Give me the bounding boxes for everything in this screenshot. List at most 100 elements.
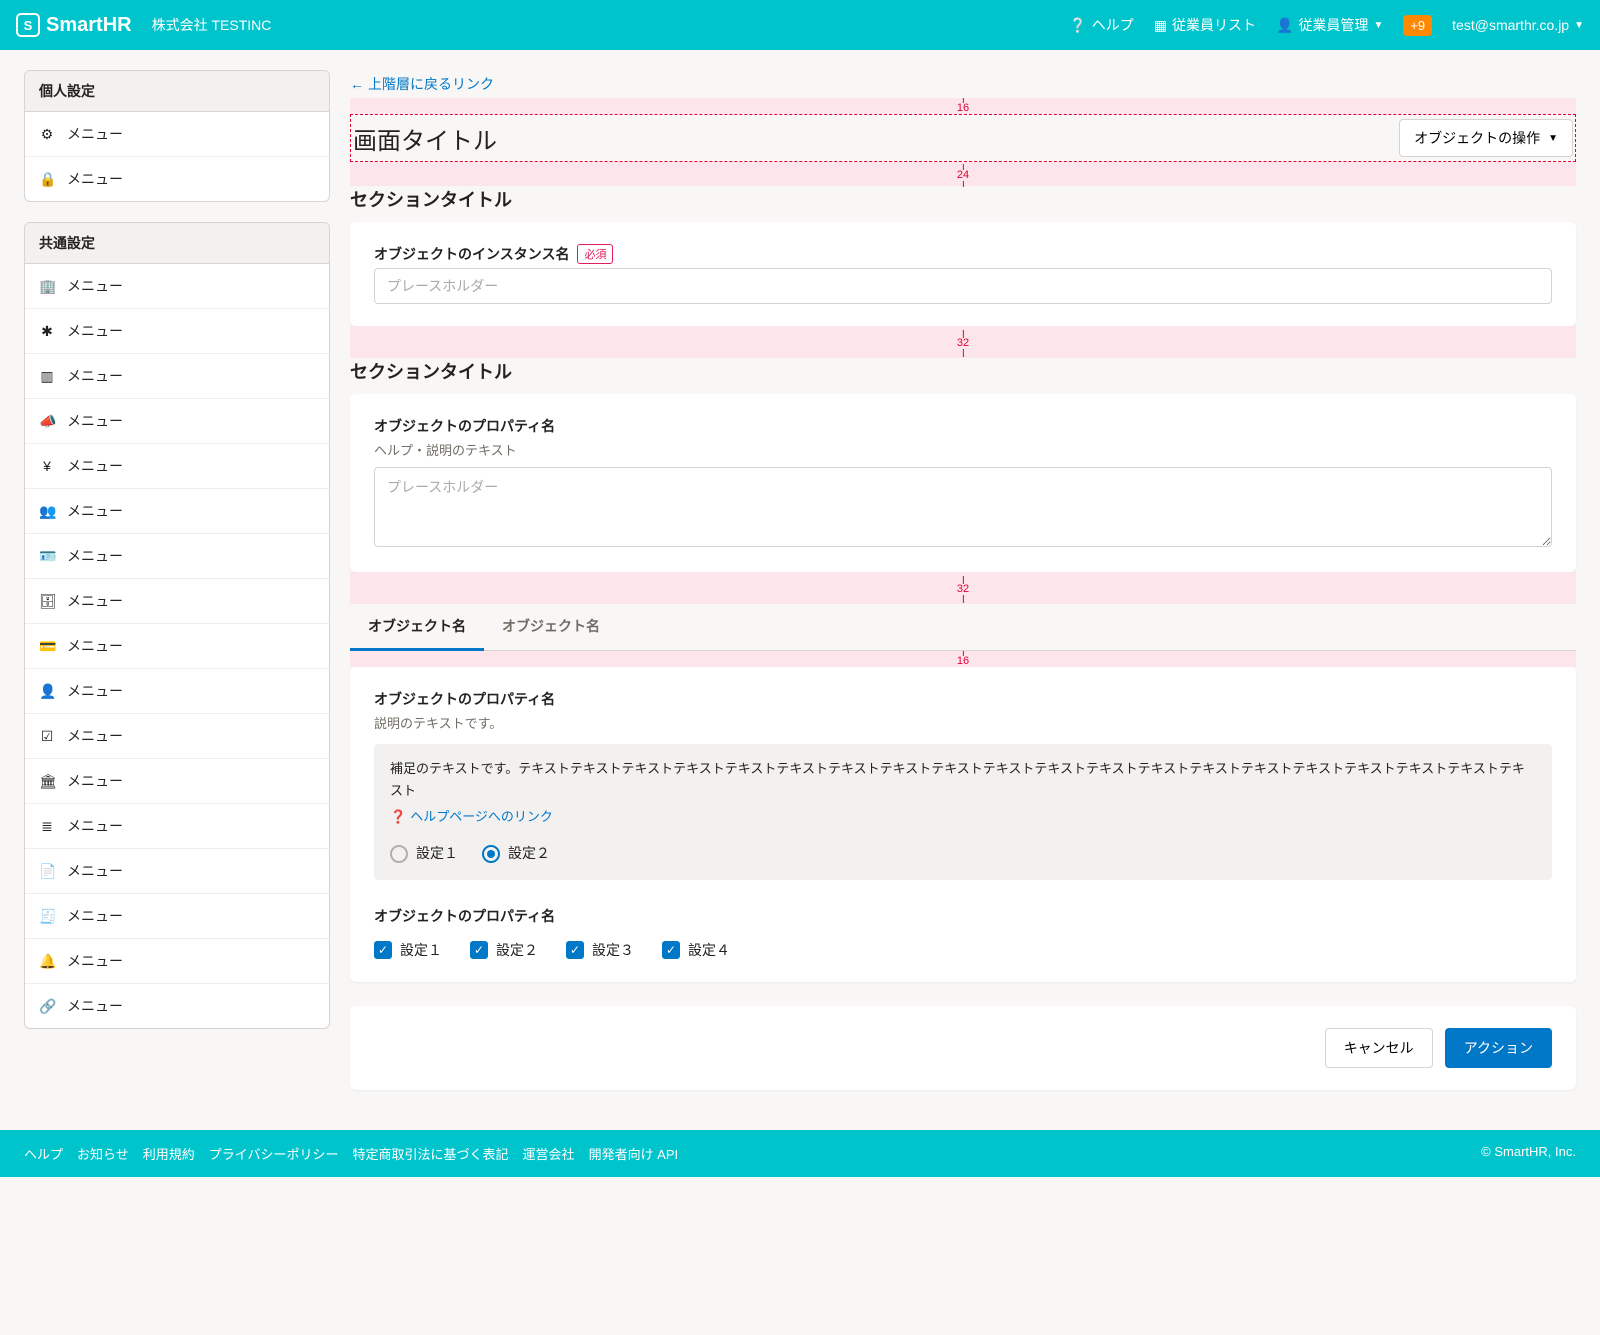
global-header: S SmartHR 株式会社 TESTINC ❔ ヘルプ ▦ 従業員リスト 👤 … — [0, 0, 1600, 50]
field-label: オブジェクトのプロパティ名 — [374, 689, 1552, 709]
footer-link[interactable]: 利用規約 — [143, 1144, 195, 1163]
sidebar-item[interactable]: 🏢メニュー — [25, 264, 329, 308]
user-icon: 👤 — [1276, 17, 1293, 34]
spacing-value: 24 — [957, 169, 969, 181]
action-bar: キャンセル アクション — [350, 1006, 1576, 1090]
employee-manage-dropdown[interactable]: 👤 従業員管理 ▼ — [1276, 15, 1383, 35]
sidebar-item[interactable]: 📄 メニュー — [25, 848, 329, 893]
checkbox-setting-2[interactable]: ✓ 設定２ — [470, 940, 538, 960]
check-icon: ✓ — [470, 941, 488, 959]
footer-link[interactable]: プライバシーポリシー — [209, 1144, 339, 1163]
checkbox-setting-4[interactable]: ✓設定４ — [662, 940, 730, 960]
footer-link[interactable]: 運営会社 — [523, 1144, 575, 1163]
radio-label: 設定２ — [508, 842, 550, 866]
sidebar-item-label: メニュー — [67, 906, 123, 926]
back-link-label: 上階層に戻るリンク — [368, 74, 494, 94]
gear-icon: ⚙ — [39, 126, 55, 143]
sidebar-item[interactable]: ✱メニュー — [25, 308, 329, 353]
tab-object-2[interactable]: オブジェクト名 — [484, 604, 618, 650]
sidebar-item[interactable]: 🏛メニュー — [25, 758, 329, 803]
sidebar-item[interactable]: 🪪メニュー — [25, 533, 329, 578]
sidebar-item[interactable]: 🔗メニュー — [25, 983, 329, 1028]
instance-name-input[interactable] — [374, 268, 1552, 304]
book-icon: ▥ — [39, 368, 55, 385]
spacing-value: 16 — [957, 102, 969, 114]
check-label: 設定２ — [496, 940, 538, 960]
section-card: オブジェクトのプロパティ名 説明のテキストです。 補足のテキストです。テキストテ… — [350, 667, 1576, 982]
radio-setting-2[interactable]: 設定２ — [482, 842, 550, 866]
sidebar-item-label: メニュー — [67, 321, 123, 341]
radio-icon — [482, 845, 500, 863]
radio-icon — [390, 845, 408, 863]
submit-button[interactable]: アクション — [1445, 1028, 1552, 1068]
footer-link[interactable]: 特定商取引法に基づく表記 — [353, 1144, 509, 1163]
property-textarea[interactable] — [374, 467, 1552, 547]
radio-setting-1[interactable]: 設定１ — [390, 842, 458, 866]
footer-link[interactable]: 開発者向け API — [589, 1144, 679, 1163]
sidebar-item[interactable]: 📣メニュー — [25, 398, 329, 443]
tab-object-1[interactable]: オブジェクト名 — [350, 604, 484, 651]
database-icon: 🗄 — [39, 593, 55, 610]
spacing-value: 16 — [957, 655, 969, 667]
sidebar-item-label: メニュー — [67, 816, 123, 836]
sidebar-item[interactable]: 🧾メニュー — [25, 893, 329, 938]
sidebar-item[interactable]: ¥メニュー — [25, 443, 329, 488]
sidebar-item[interactable]: ⚙メニュー — [25, 112, 329, 156]
object-action-dropdown[interactable]: オブジェクトの操作 ▼ — [1399, 119, 1573, 157]
logo[interactable]: S SmartHR — [16, 13, 132, 37]
sidebar-item[interactable]: 💳メニュー — [25, 623, 329, 668]
required-badge: 必須 — [577, 244, 613, 264]
sidebar-item[interactable]: 🔔メニュー — [25, 938, 329, 983]
logo-icon: S — [16, 13, 40, 37]
yen-icon: ¥ — [39, 458, 55, 474]
back-link[interactable]: ← 上階層に戻るリンク — [350, 70, 494, 98]
checkbox-group: ✓設定１ ✓ 設定２ ✓設定３ ✓設定４ — [374, 940, 1552, 960]
spacing-marker: 24 — [350, 162, 1576, 186]
help-page-link[interactable]: ❓ ヘルプページへのリンク — [390, 806, 553, 828]
footer-link[interactable]: ヘルプ — [24, 1144, 63, 1163]
sidebar-item[interactable]: 🔒メニュー — [25, 156, 329, 201]
section-title: セクションタイトル — [350, 358, 1576, 384]
footer-links: ヘルプお知らせ利用規約プライバシーポリシー特定商取引法に基づく表記運営会社開発者… — [24, 1144, 678, 1163]
sidebar-item[interactable]: ▥メニュー — [25, 353, 329, 398]
sidebar-item-label: メニュー — [67, 861, 123, 881]
section-card: オブジェクトのインスタンス名 必須 — [350, 222, 1576, 326]
sidebar-item[interactable]: 🗄 メニュー — [25, 578, 329, 623]
main-content: ← 上階層に戻るリンク 16 画面タイトル オブジェクトの操作 ▼ 24 セクシ… — [350, 70, 1576, 1090]
notification-badge[interactable]: +9 — [1403, 15, 1432, 36]
sidebar-item-label: メニュー — [67, 501, 123, 521]
arrow-left-icon: ← — [350, 76, 364, 92]
sidebar-item[interactable]: ≣ メニュー — [25, 803, 329, 848]
sidebar-group-title: 個人設定 — [25, 71, 329, 112]
tenant-name: 株式会社 TESTINC — [152, 15, 272, 35]
sidebar-item-label: メニュー — [67, 636, 123, 656]
section-title: セクションタイトル — [350, 186, 1576, 212]
sidebar-item-label: メニュー — [67, 591, 123, 611]
users-icon: 👥 — [39, 503, 55, 520]
info-text: 補足のテキストです。テキストテキストテキストテキストテキストテキストテキストテキ… — [390, 758, 1536, 802]
spacing-marker: 32 — [350, 326, 1576, 358]
checkbox-setting-1[interactable]: ✓設定１ — [374, 940, 442, 960]
cancel-button[interactable]: キャンセル — [1325, 1028, 1433, 1068]
list-icon: ≣ — [39, 818, 55, 835]
employee-list-link[interactable]: ▦ 従業員リスト — [1154, 15, 1256, 35]
user-edit-icon: 👤 — [39, 683, 55, 700]
caret-down-icon: ▼ — [1548, 133, 1558, 144]
info-box: 補足のテキストです。テキストテキストテキストテキストテキストテキストテキストテキ… — [374, 744, 1552, 880]
account-dropdown[interactable]: test@smarthr.co.jp ▼ — [1452, 17, 1584, 33]
sidebar-item[interactable]: 👤メニュー — [25, 668, 329, 713]
sidebar-item[interactable]: 👥 メニュー — [25, 488, 329, 533]
lock-icon: 🔒 — [39, 171, 55, 188]
spacing-marker: 16 — [350, 651, 1576, 667]
bullhorn-icon: 📣 — [39, 413, 55, 430]
help-link[interactable]: ❔ ヘルプ — [1069, 15, 1133, 35]
copyright: © SmartHR, Inc. — [1481, 1144, 1576, 1163]
file-icon: 📄 — [39, 863, 55, 880]
checkbox-setting-3[interactable]: ✓設定３ — [566, 940, 634, 960]
grid-icon: ▦ — [1154, 17, 1167, 34]
check-label: 設定４ — [688, 940, 730, 960]
object-action-label: オブジェクトの操作 — [1414, 128, 1540, 148]
field-description: 説明のテキストです。 — [374, 713, 1552, 732]
sidebar-item[interactable]: ☑メニュー — [25, 713, 329, 758]
footer-link[interactable]: お知らせ — [77, 1144, 129, 1163]
